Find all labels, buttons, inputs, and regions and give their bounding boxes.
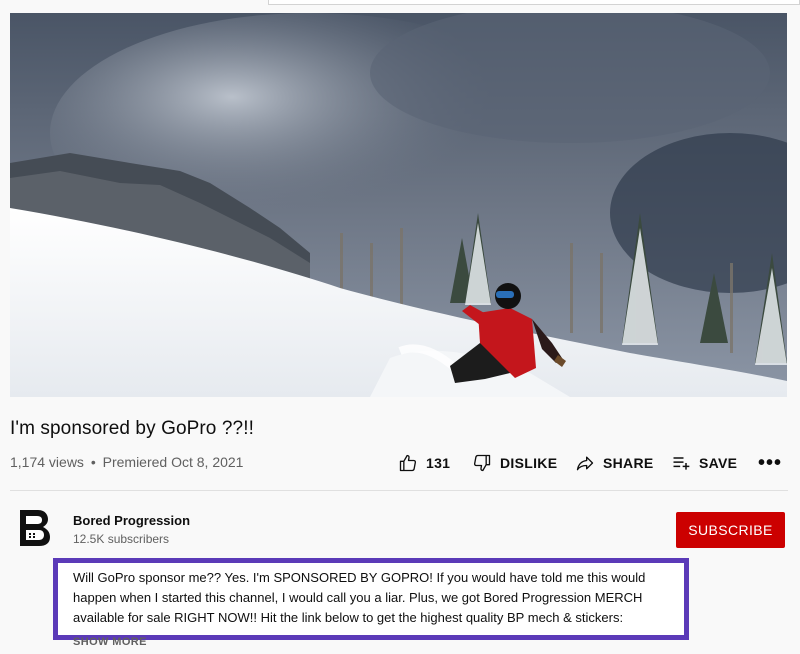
save-button[interactable]: SAVE [671,448,737,478]
channel-avatar[interactable] [14,508,54,548]
section-divider [10,490,788,491]
video-actions: 131 DISLIKE SHARE SAVE ••• [398,448,788,478]
video-title: I'm sponsored by GoPro ??!! [10,418,254,439]
description-line: available for sale RIGHT NOW!! Hit the l… [73,610,624,625]
description-line: happen when I started this channel, I wo… [73,590,643,605]
subscribe-button[interactable]: SUBSCRIBE [676,512,785,548]
channel-name[interactable]: Bored Progression [73,513,190,528]
dislike-label: DISLIKE [500,455,558,471]
video-meta: 1,174 views • Premiered Oct 8, 2021 [10,454,243,470]
thumbs-up-icon [399,454,417,472]
video-player[interactable] [10,13,787,397]
share-label: SHARE [603,455,654,471]
dislike-button[interactable]: DISLIKE [472,448,557,478]
search-box-edge[interactable] [268,0,800,5]
description-line: Will GoPro sponsor me?? Yes. I'm SPONSOR… [73,570,646,585]
video-description: Will GoPro sponsor me?? Yes. I'm SPONSOR… [73,568,673,628]
video-frame-snowboarder [10,13,787,397]
share-button[interactable]: SHARE [575,448,654,478]
show-more-button[interactable]: SHOW MORE [73,636,147,648]
subscriber-count: 12.5K subscribers [73,532,170,546]
like-count: 131 [426,455,451,471]
view-count: 1,174 views [10,454,84,470]
save-label: SAVE [699,455,738,471]
like-button[interactable]: 131 [398,448,450,478]
more-actions-button[interactable]: ••• [758,448,782,478]
playlist-add-icon [673,457,690,470]
premiere-date: Premiered Oct 8, 2021 [102,454,244,470]
thumbs-down-icon [473,454,491,472]
share-arrow-icon [576,456,594,471]
bored-progression-logo-icon [20,510,50,546]
top-bar [0,0,800,12]
meta-separator: • [90,454,96,470]
more-icon: ••• [758,451,783,474]
